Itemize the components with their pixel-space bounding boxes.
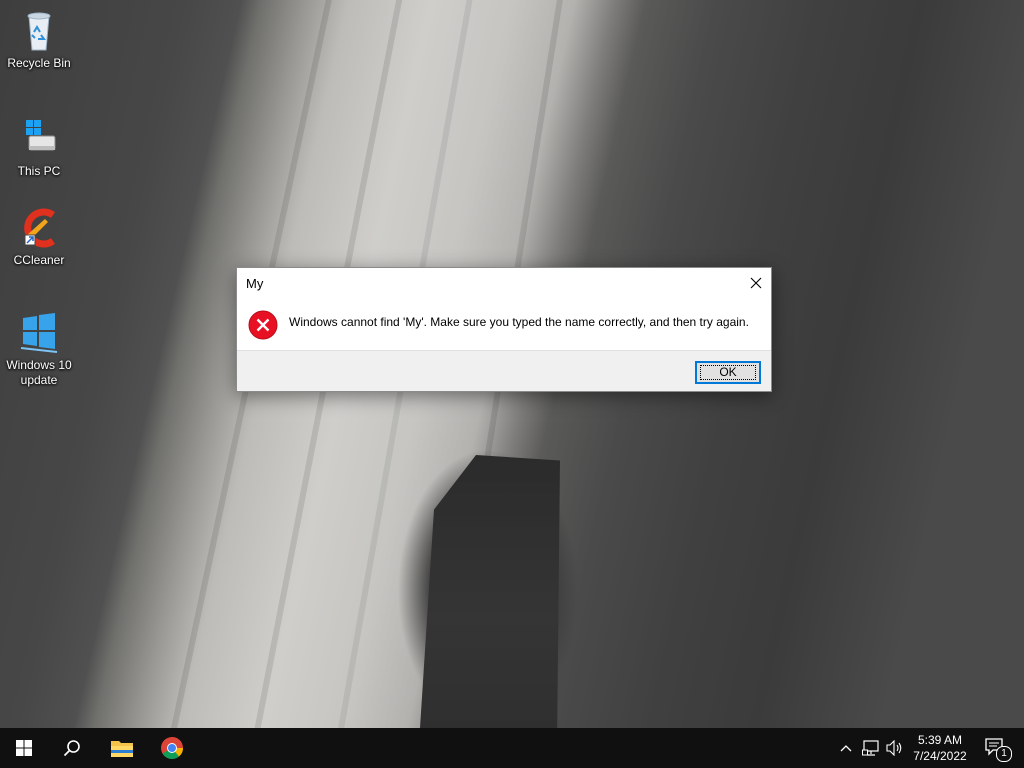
error-icon (248, 310, 278, 340)
error-message: Windows cannot find 'My'. Make sure you … (289, 315, 749, 329)
windows-start-icon (16, 740, 32, 756)
desktop-icon-label: This PC (17, 164, 61, 178)
network-button[interactable] (860, 738, 882, 758)
network-icon (862, 740, 879, 756)
chevron-up-icon (840, 745, 852, 752)
volume-icon (886, 740, 902, 756)
show-hidden-icons-button[interactable] (836, 738, 856, 758)
clock-time: 5:39 AM (917, 733, 963, 747)
taskbar: 5:39 AM 7/24/2022 1 (0, 728, 1024, 768)
clock[interactable]: 5:39 AM 7/24/2022 (908, 732, 972, 764)
dialog-body: Windows cannot find 'My'. Make sure you … (237, 298, 771, 350)
desktop-icon-windows-10-update[interactable]: Windows 10 update (4, 310, 74, 388)
chrome-icon (161, 737, 184, 759)
dialog-titlebar[interactable]: My (237, 268, 771, 298)
start-button[interactable] (0, 728, 48, 768)
desktop-icon-label: Windows 10 update (6, 358, 72, 387)
clock-date: 7/24/2022 (913, 749, 967, 763)
recycle-bin-icon (15, 8, 63, 52)
ccleaner-icon (15, 205, 63, 249)
desktop-icon-this-pc[interactable]: This PC (4, 116, 74, 179)
search-icon (63, 740, 80, 757)
taskbar-chrome[interactable] (148, 728, 196, 768)
close-icon (750, 277, 762, 289)
ok-button[interactable]: OK (695, 361, 761, 384)
dialog-footer: OK (237, 350, 771, 391)
file-explorer-icon (111, 741, 133, 757)
desktop-icon-ccleaner[interactable]: CCleaner (4, 205, 74, 268)
windows-update-icon (15, 310, 63, 354)
desktop-icon-recycle-bin[interactable]: Recycle Bin (4, 8, 74, 71)
computer-icon (15, 116, 63, 160)
ok-button-label: OK (700, 365, 756, 380)
search-button[interactable] (48, 728, 96, 768)
dialog-title: My (246, 276, 264, 291)
action-center-button[interactable]: 1 (976, 728, 1016, 768)
close-button[interactable] (741, 268, 771, 298)
wallpaper-rock (420, 455, 560, 728)
notification-count-badge: 1 (996, 746, 1012, 762)
taskbar-file-explorer[interactable] (98, 728, 146, 768)
desktop-icon-label: CCleaner (13, 253, 65, 267)
volume-button[interactable] (884, 738, 906, 758)
error-dialog: My Windows cannot find 'My'. Make sure y… (236, 267, 772, 392)
desktop-icon-label: Recycle Bin (7, 56, 71, 70)
